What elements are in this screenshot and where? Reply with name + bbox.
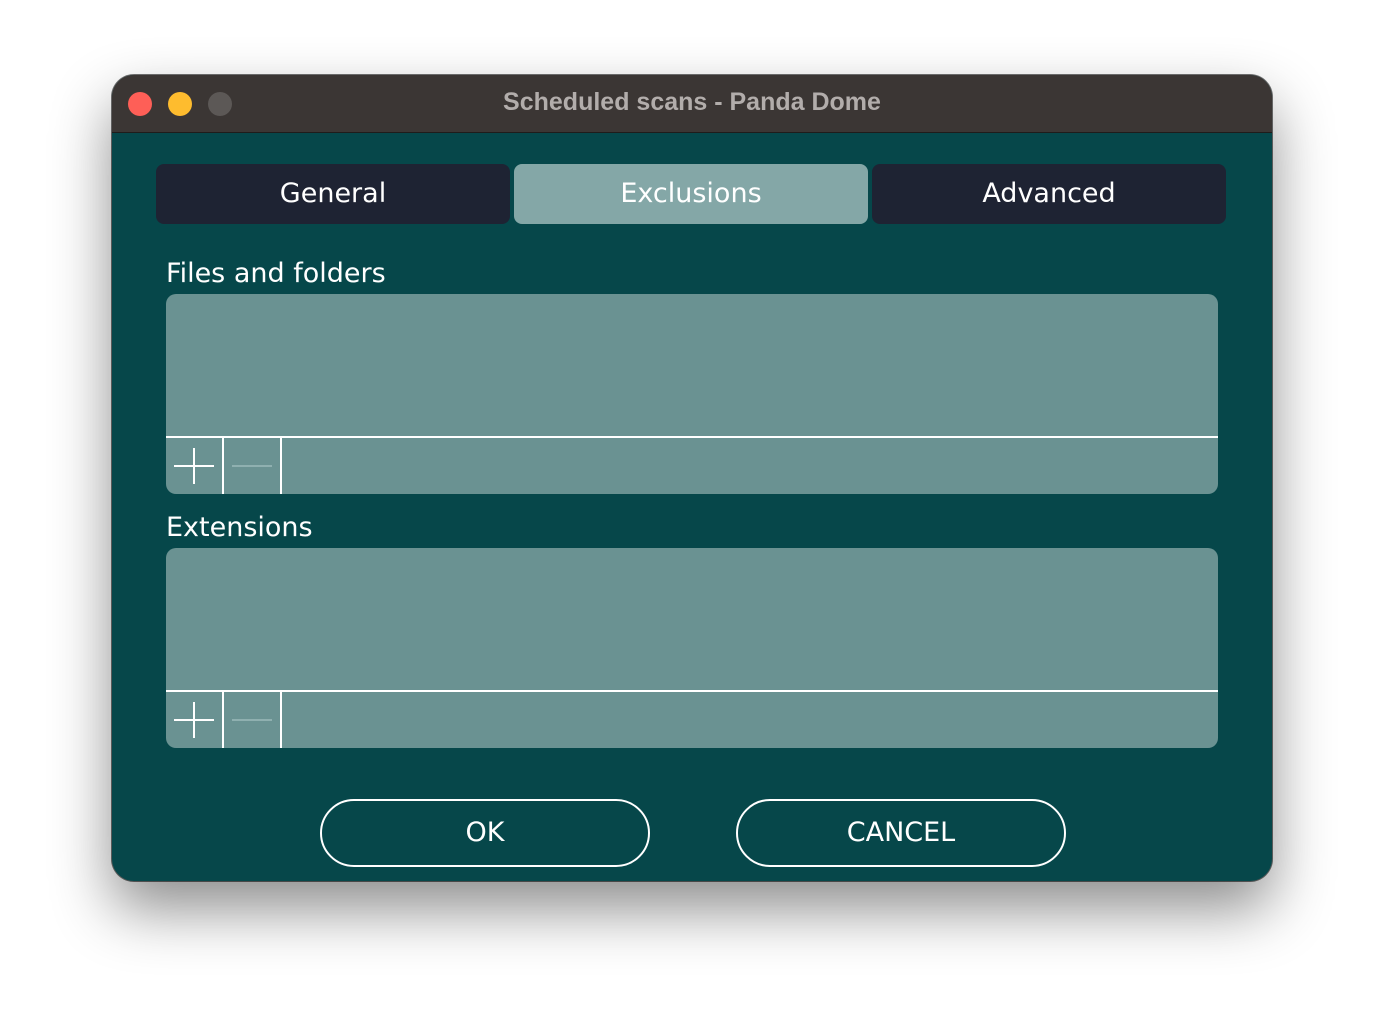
tab-bar: General Exclusions Advanced [156,164,1228,224]
files-and-folders-label: Files and folders [166,258,386,289]
dialog-window: Scheduled scans - Panda Dome General Exc… [112,75,1272,881]
extensions-list-toolbar [166,690,1218,748]
remove-extension-button[interactable] [224,692,282,748]
tab-advanced[interactable]: Advanced [872,164,1226,224]
extensions-list [166,548,1218,748]
plus-icon [174,448,214,484]
title-bar[interactable]: Scheduled scans - Panda Dome [112,75,1272,133]
tab-exclusions[interactable]: Exclusions [514,164,868,224]
minus-icon [232,465,272,467]
files-and-folders-list [166,294,1218,494]
remove-file-button[interactable] [224,438,282,494]
files-and-folders-list-area[interactable] [166,294,1218,436]
add-extension-button[interactable] [166,692,224,748]
extensions-list-area[interactable] [166,548,1218,690]
plus-icon [174,702,214,738]
ok-button[interactable]: OK [320,799,650,867]
window-title: Scheduled scans - Panda Dome [503,88,881,116]
add-file-button[interactable] [166,438,224,494]
cancel-button[interactable]: CANCEL [736,799,1066,867]
tab-general[interactable]: General [156,164,510,224]
extensions-label: Extensions [166,512,313,543]
minus-icon [232,719,272,721]
files-list-toolbar [166,436,1218,494]
